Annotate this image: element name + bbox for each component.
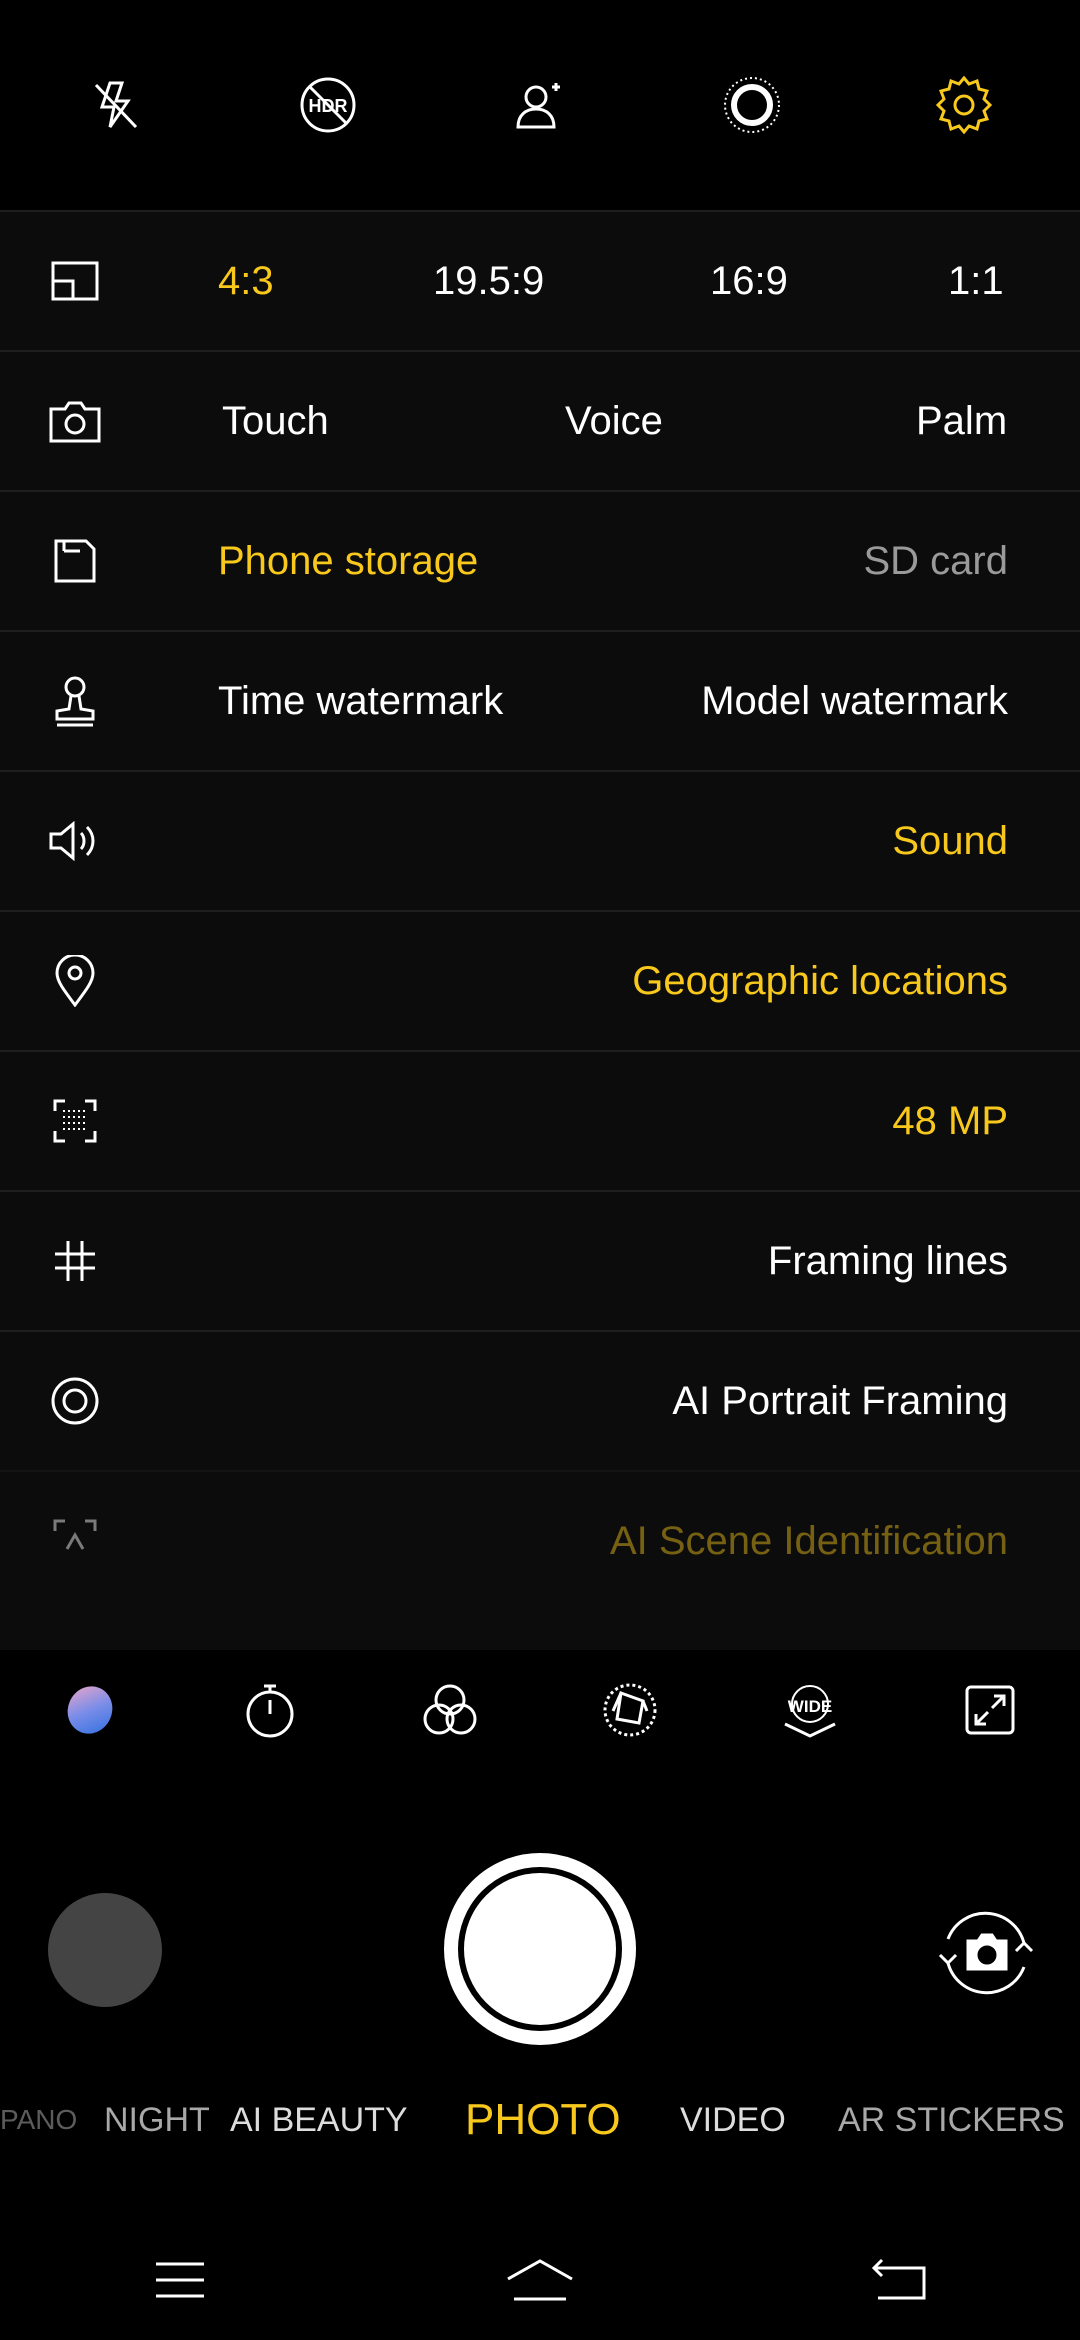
aperture-icon[interactable] — [595, 1675, 665, 1745]
sd-card-icon — [40, 492, 110, 630]
tools-row: WIDE — [0, 1650, 1080, 1770]
sound-row[interactable]: Sound — [0, 770, 1080, 910]
aspect-16-9[interactable]: 16:9 — [710, 212, 788, 350]
mode-photo[interactable]: PHOTO — [465, 2080, 621, 2160]
settings-panel: 4:3 19.5:9 16:9 1:1 Touch Voice Palm Pho… — [0, 210, 1080, 1650]
mode-pano[interactable]: PANO — [0, 2080, 77, 2160]
portrait-framing-toggle[interactable]: AI Portrait Framing — [672, 1332, 1008, 1470]
face-beauty-icon[interactable] — [500, 65, 580, 145]
location-pin-icon — [40, 912, 110, 1050]
capture-voice[interactable]: Voice — [565, 352, 663, 490]
filters-icon[interactable] — [415, 1675, 485, 1745]
speaker-icon — [40, 772, 110, 910]
color-filter-blob-icon[interactable] — [55, 1675, 125, 1745]
target-icon — [40, 1332, 110, 1470]
top-toolbar: HDR — [0, 0, 1080, 210]
resolution-toggle[interactable]: 48 MP — [892, 1052, 1008, 1190]
scene-identification-row[interactable]: AI Scene Identification — [0, 1470, 1080, 1610]
grid-row[interactable]: Framing lines — [0, 1190, 1080, 1330]
timer-icon[interactable] — [235, 1675, 305, 1745]
aspect-4-3[interactable]: 4:3 — [218, 212, 274, 350]
storage-sd-card[interactable]: SD card — [864, 492, 1009, 630]
aspect-ratio-row: 4:3 19.5:9 16:9 1:1 — [0, 210, 1080, 350]
mode-selector: PANO NIGHT AI BEAUTY PHOTO VIDEO AR STIC… — [0, 2080, 1080, 2160]
capture-method-row: Touch Voice Palm — [0, 350, 1080, 490]
expand-icon[interactable] — [955, 1675, 1025, 1745]
back-icon[interactable] — [860, 2250, 940, 2310]
watermark-model[interactable]: Model watermark — [701, 632, 1008, 770]
flash-off-icon[interactable] — [76, 65, 156, 145]
watermark-row: Time watermark Model watermark — [0, 630, 1080, 770]
aspect-19-5-9[interactable]: 19.5:9 — [433, 212, 544, 350]
watermark-time[interactable]: Time watermark — [218, 632, 503, 770]
home-icon[interactable] — [500, 2250, 580, 2310]
mode-night[interactable]: NIGHT — [104, 2080, 210, 2160]
gallery-thumbnail[interactable] — [48, 1893, 162, 2007]
hdr-off-icon[interactable]: HDR — [288, 65, 368, 145]
storage-phone[interactable]: Phone storage — [218, 492, 478, 630]
resolution-icon — [40, 1052, 110, 1190]
wide-angle-icon[interactable]: WIDE — [775, 1675, 845, 1745]
shutter-button[interactable] — [444, 1853, 636, 2045]
capture-palm[interactable]: Palm — [916, 352, 1007, 490]
live-photo-icon[interactable] — [712, 65, 792, 145]
system-navbar — [0, 2220, 1080, 2340]
storage-row: Phone storage SD card — [0, 490, 1080, 630]
grid-toggle[interactable]: Framing lines — [768, 1192, 1008, 1330]
mode-ar-stickers[interactable]: AR STICKERS — [838, 2080, 1065, 2160]
sound-toggle[interactable]: Sound — [892, 772, 1008, 910]
portrait-framing-row[interactable]: AI Portrait Framing — [0, 1330, 1080, 1470]
scene-icon — [40, 1472, 110, 1610]
resolution-row[interactable]: 48 MP — [0, 1050, 1080, 1190]
svg-text:WIDE: WIDE — [788, 1697, 832, 1716]
stamp-icon — [40, 632, 110, 770]
camera-icon — [40, 352, 110, 490]
grid-icon — [40, 1192, 110, 1330]
location-row[interactable]: Geographic locations — [0, 910, 1080, 1050]
aspect-ratio-icon — [40, 212, 110, 350]
switch-camera-icon[interactable] — [926, 1893, 1046, 2013]
settings-gear-icon[interactable] — [924, 65, 1004, 145]
mode-ai-beauty[interactable]: AI BEAUTY — [230, 2080, 408, 2160]
menu-icon[interactable] — [140, 2250, 220, 2310]
scene-identification-toggle[interactable]: AI Scene Identification — [610, 1472, 1008, 1610]
aspect-1-1[interactable]: 1:1 — [948, 212, 1004, 350]
location-toggle[interactable]: Geographic locations — [632, 912, 1008, 1050]
mode-video[interactable]: VIDEO — [680, 2080, 786, 2160]
capture-touch[interactable]: Touch — [222, 352, 329, 490]
